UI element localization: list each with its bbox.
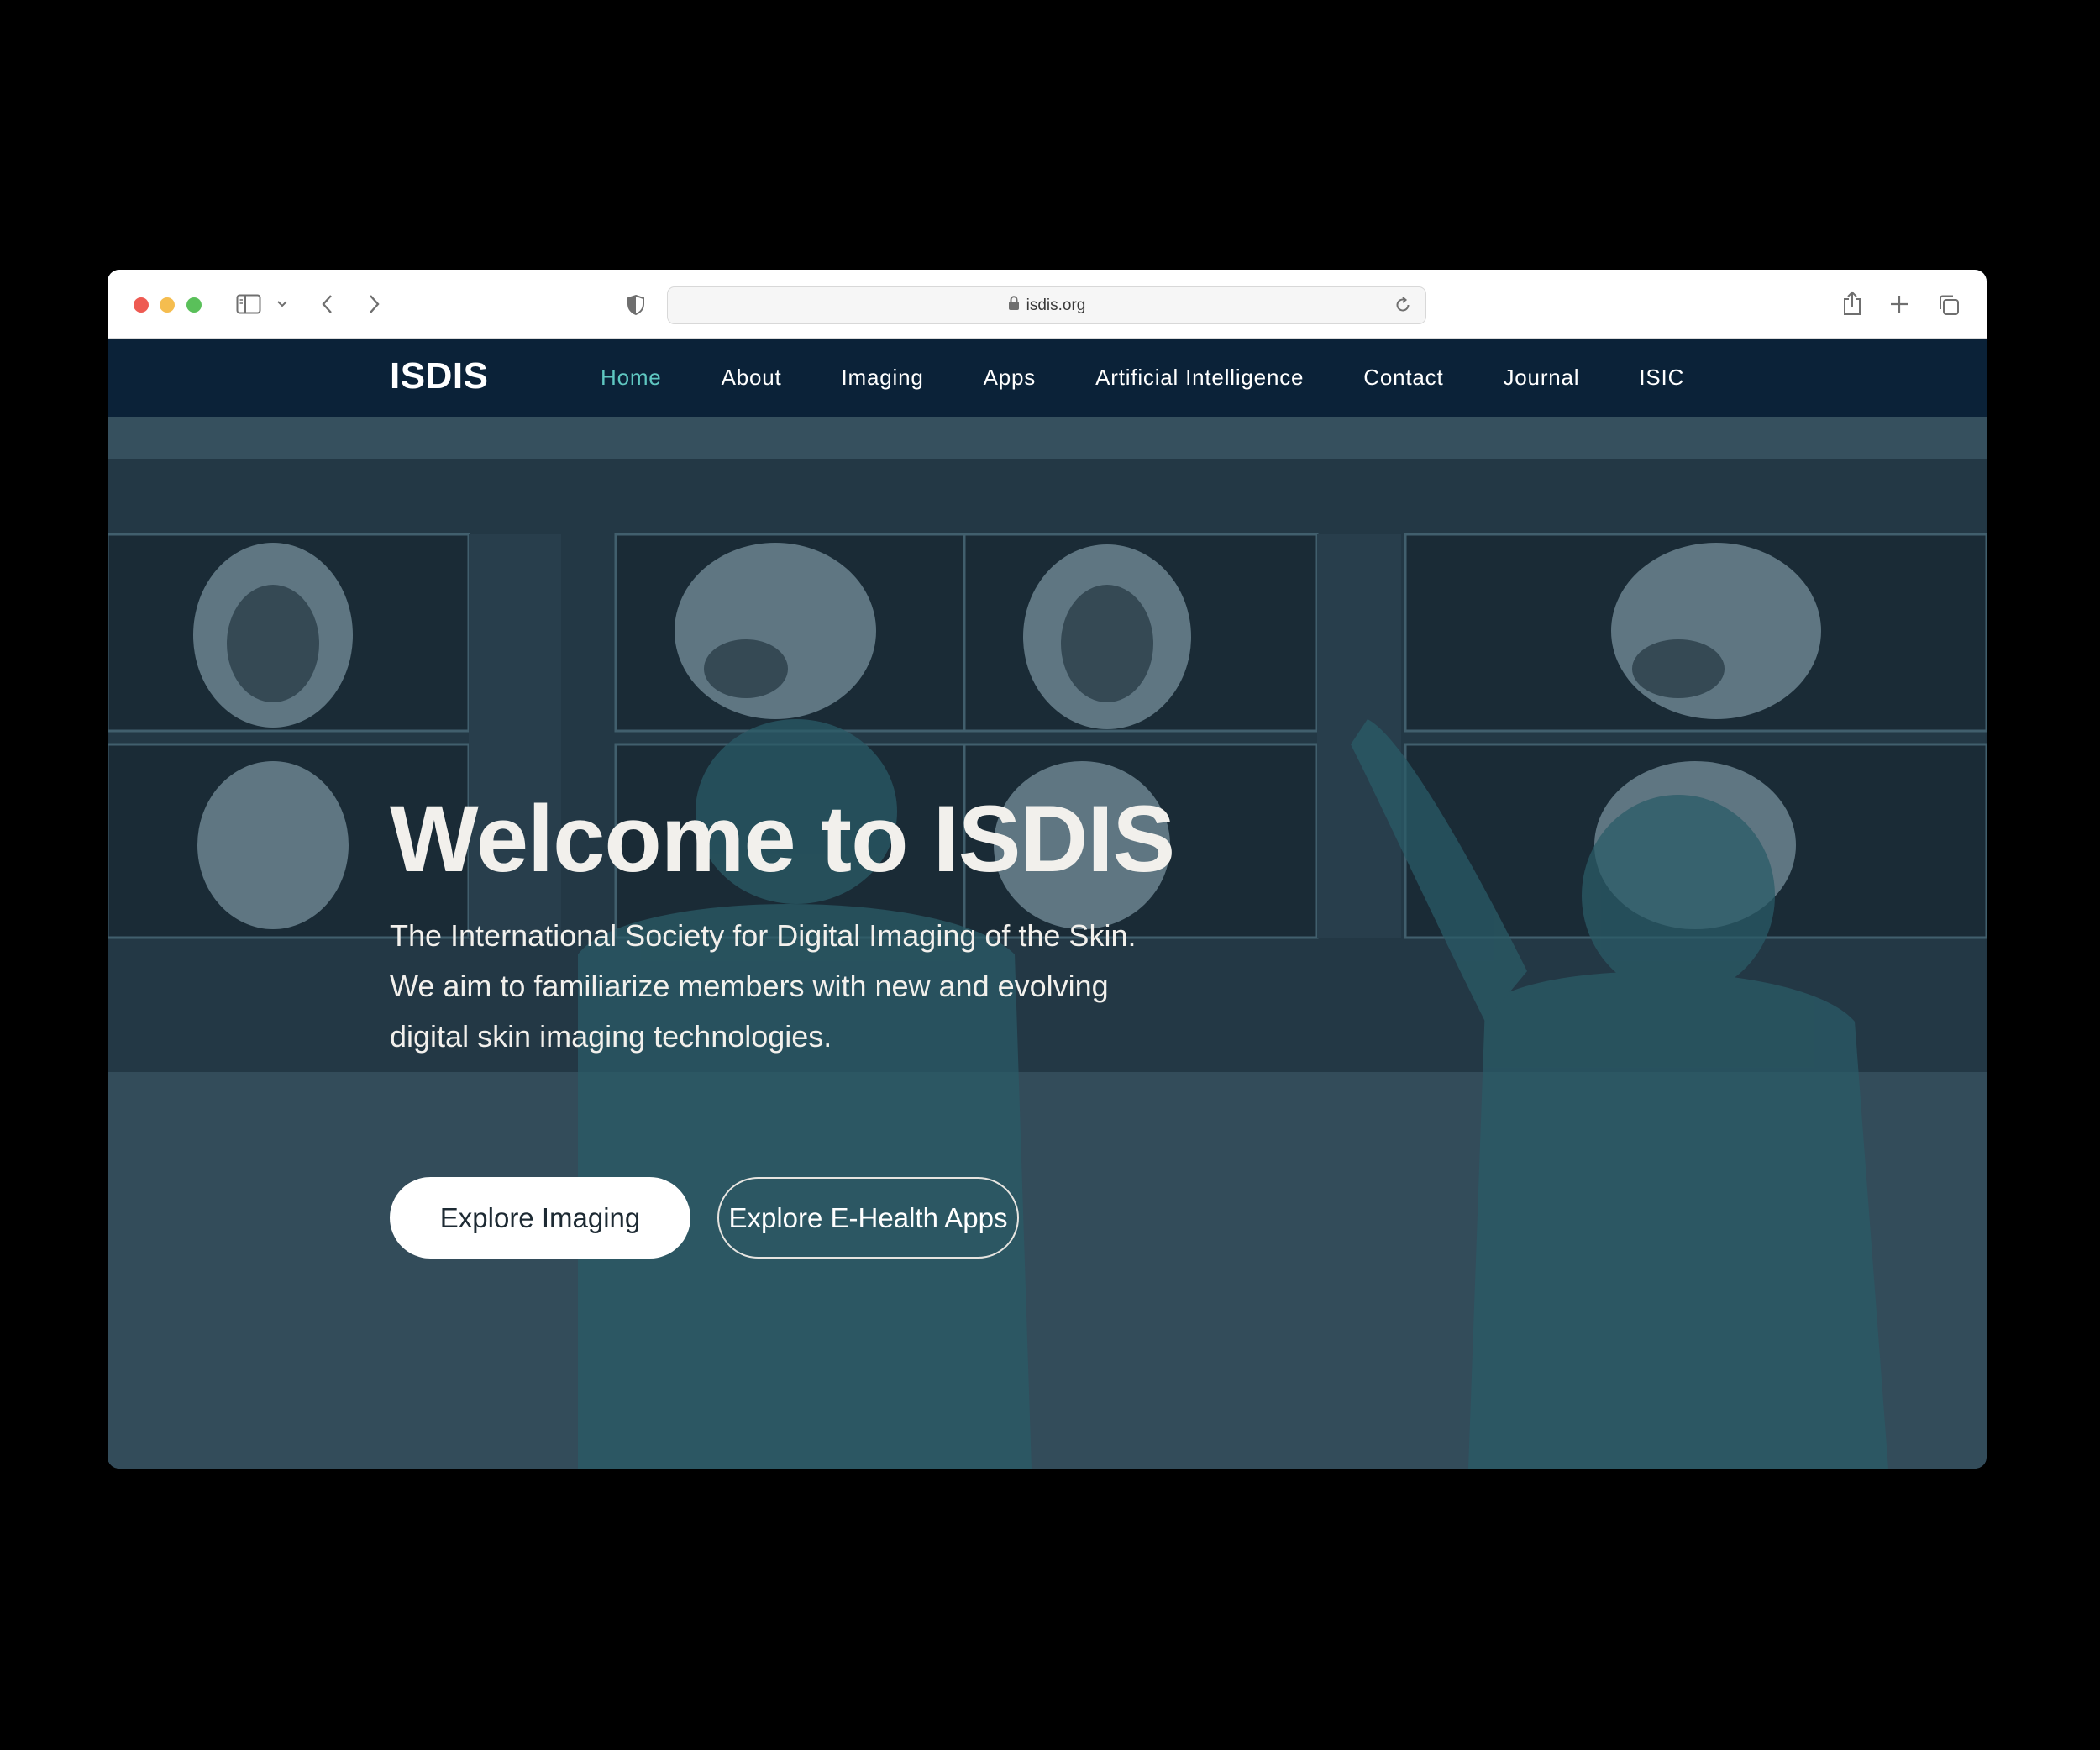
nav-link-home[interactable]: Home: [601, 365, 662, 391]
hero-description: The International Society for Digital Im…: [390, 911, 1213, 1062]
nav-links: Home About Imaging Apps Artificial Intel…: [601, 339, 1744, 417]
plus-icon[interactable]: [1887, 292, 1912, 317]
hero-description-line: We aim to familiarize members with new a…: [390, 969, 1109, 1003]
nav-link-artificial-intelligence[interactable]: Artificial Intelligence: [1095, 365, 1304, 391]
browser-toolbar: isdis.org: [108, 270, 1987, 339]
reload-icon[interactable]: [1392, 294, 1414, 316]
zoom-window-button[interactable]: [186, 297, 202, 313]
site-logo[interactable]: ISDIS: [390, 355, 488, 397]
minimize-window-button[interactable]: [160, 297, 175, 313]
nav-link-about[interactable]: About: [722, 365, 782, 391]
explore-ehealth-apps-button[interactable]: Explore E-Health Apps: [717, 1177, 1019, 1259]
nav-link-isic[interactable]: ISIC: [1639, 365, 1684, 391]
hero-title: Welcome to ISDIS: [390, 786, 1175, 891]
site-navbar: ISDIS Home About Imaging Apps Artificial…: [108, 339, 1987, 417]
back-arrow-icon[interactable]: [318, 292, 338, 317]
lock-icon: [1008, 295, 1020, 316]
nav-link-imaging[interactable]: Imaging: [842, 365, 924, 391]
webpage: ISDIS Home About Imaging Apps Artificial…: [108, 339, 1987, 1469]
tabs-icon[interactable]: [1935, 292, 1962, 318]
share-icon[interactable]: [1840, 288, 1865, 318]
chevron-down-icon[interactable]: [276, 297, 289, 311]
nav-link-apps[interactable]: Apps: [984, 365, 1036, 391]
address-bar[interactable]: isdis.org: [667, 286, 1426, 324]
hero-description-line: The International Society for Digital Im…: [390, 918, 1137, 953]
hero-section: Welcome to ISDIS The International Socie…: [108, 417, 1987, 1469]
browser-window: isdis.org ISDIS Home About Imaging Apps …: [108, 270, 1987, 1469]
shield-icon[interactable]: [625, 292, 647, 318]
hero-description-line: digital skin imaging technologies.: [390, 1019, 832, 1054]
close-window-button[interactable]: [134, 297, 149, 313]
nav-link-journal[interactable]: Journal: [1504, 365, 1580, 391]
forward-arrow-icon[interactable]: [364, 292, 384, 317]
sidebar-icon[interactable]: [235, 292, 262, 316]
nav-link-contact[interactable]: Contact: [1363, 365, 1443, 391]
explore-imaging-button[interactable]: Explore Imaging: [390, 1177, 690, 1259]
url-text: isdis.org: [1026, 296, 1086, 314]
